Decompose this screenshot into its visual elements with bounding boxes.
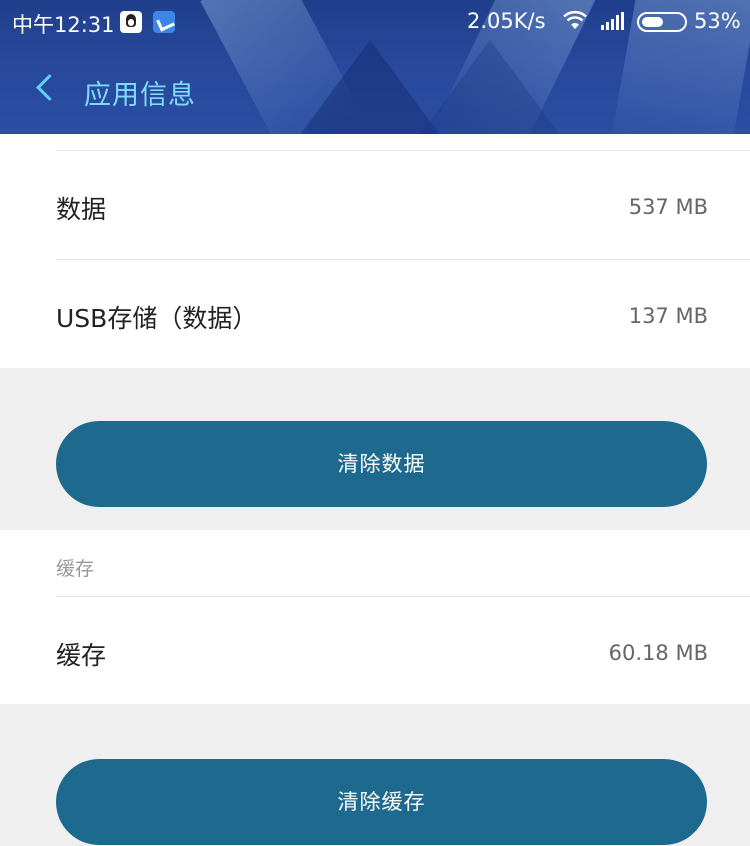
page-title: 应用信息	[84, 80, 196, 111]
app-header: 中午12:31 2.05K/s 53% 应用信息	[0, 0, 750, 134]
row-value: 60.18 MB	[608, 641, 708, 665]
storage-card: 数据 537 MB USB存储（数据） 137 MB	[0, 134, 750, 368]
battery-percent: 53%	[694, 9, 741, 33]
storage-row-data: 数据 537 MB	[0, 150, 750, 259]
clear-cache-button[interactable]: 清除缓存	[56, 759, 707, 845]
chevron-left-icon[interactable]	[28, 68, 68, 108]
status-bar: 中午12:31 2.05K/s 53%	[0, 0, 750, 44]
cache-card: 缓存 缓存 60.18 MB	[0, 530, 750, 704]
cache-row: 缓存 60.18 MB	[0, 596, 750, 704]
nav-bar: 应用信息	[0, 62, 750, 118]
battery-icon	[637, 12, 687, 32]
qq-icon	[120, 11, 142, 33]
status-time: 中午12:31	[12, 13, 115, 37]
clear-data-button[interactable]: 清除数据	[56, 421, 707, 507]
bird-icon	[153, 11, 175, 33]
row-label: 数据	[56, 195, 107, 224]
wifi-icon	[563, 10, 587, 29]
row-value: 137 MB	[628, 304, 708, 328]
battery-level	[642, 17, 663, 27]
section-title-cache: 缓存	[56, 558, 95, 580]
row-label: USB存储（数据）	[56, 304, 258, 333]
row-value: 537 MB	[628, 195, 708, 219]
signal-icon	[601, 12, 624, 30]
network-speed: 2.05K/s	[467, 9, 546, 33]
row-label: 缓存	[56, 641, 107, 670]
storage-row-usb: USB存储（数据） 137 MB	[0, 259, 750, 368]
